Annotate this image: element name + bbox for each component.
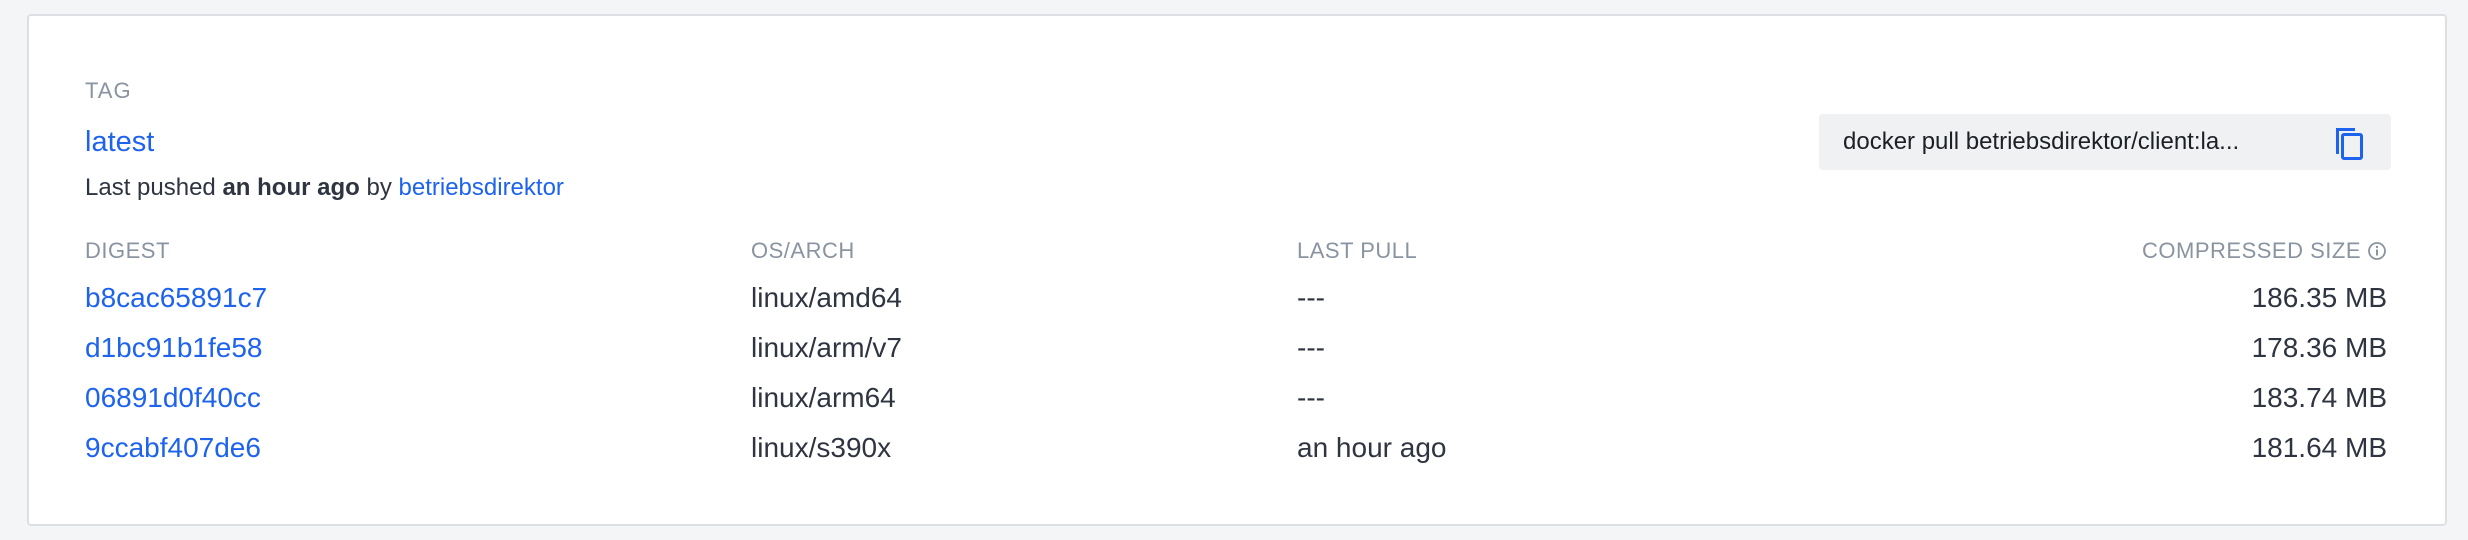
last-pull-value: --- bbox=[1297, 382, 1325, 413]
header-last-pull: LAST PULL bbox=[1297, 238, 1418, 263]
compressed-size-value: 178.36 MB bbox=[2251, 332, 2387, 363]
pull-command-box: docker pull betriebsdirektor/client:la..… bbox=[1819, 114, 2391, 170]
compressed-size-value: 186.35 MB bbox=[2251, 282, 2387, 313]
os-arch-value: linux/arm64 bbox=[751, 382, 896, 413]
pushed-time: an hour ago bbox=[222, 174, 360, 201]
os-arch-value: linux/amd64 bbox=[751, 282, 902, 313]
os-arch-value: linux/s390x bbox=[751, 432, 892, 463]
compressed-size-value: 181.64 MB bbox=[2251, 432, 2387, 463]
pushed-prefix: Last pushed bbox=[85, 174, 216, 201]
digest-link[interactable]: d1bc91b1fe58 bbox=[85, 328, 263, 368]
last-pushed-info: Last pushed an hour ago by betriebsdirek… bbox=[85, 174, 564, 202]
digest-link[interactable]: b8cac65891c7 bbox=[85, 278, 267, 318]
header-compressed-size: COMPRESSED SIZE bbox=[2142, 238, 2387, 264]
header-os-arch: OS/ARCH bbox=[751, 238, 855, 263]
header-compressed-size-label: COMPRESSED SIZE bbox=[2142, 238, 2361, 263]
pushed-user-link[interactable]: betriebsdirektor bbox=[399, 174, 564, 201]
last-pull-value: --- bbox=[1297, 282, 1325, 313]
table-row: 06891d0f40cc linux/arm64 --- 183.74 MB bbox=[29, 378, 2445, 418]
tag-card: TAG latest Last pushed an hour ago by be… bbox=[27, 14, 2447, 526]
digest-link[interactable]: 06891d0f40cc bbox=[85, 378, 261, 418]
table-row: b8cac65891c7 linux/amd64 --- 186.35 MB bbox=[29, 278, 2445, 318]
header-digest: DIGEST bbox=[85, 238, 170, 263]
info-icon[interactable] bbox=[2367, 241, 2387, 261]
os-arch-value: linux/arm/v7 bbox=[751, 332, 902, 363]
copy-icon[interactable] bbox=[2327, 120, 2371, 164]
pushed-by-word: by bbox=[366, 174, 392, 201]
last-pull-value: --- bbox=[1297, 332, 1325, 363]
table-row: d1bc91b1fe58 linux/arm/v7 --- 178.36 MB bbox=[29, 328, 2445, 368]
tag-name-link[interactable]: latest bbox=[85, 126, 154, 159]
compressed-size-value: 183.74 MB bbox=[2251, 382, 2387, 413]
table-row: 9ccabf407de6 linux/s390x an hour ago 181.64… bbox=[29, 428, 2445, 468]
digest-link[interactable]: 9ccabf407de6 bbox=[85, 428, 261, 468]
last-pull-value: an hour ago bbox=[1297, 432, 1447, 463]
pull-command-text: docker pull betriebsdirektor/client:la..… bbox=[1843, 128, 2240, 155]
tag-section-label: TAG bbox=[85, 78, 132, 103]
